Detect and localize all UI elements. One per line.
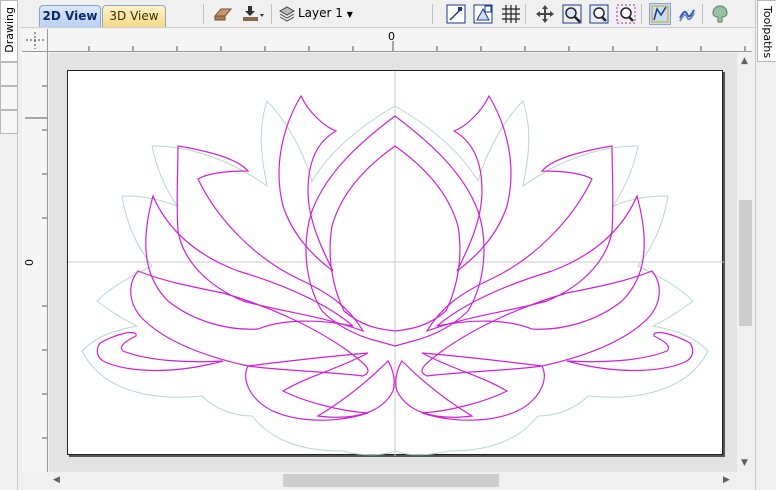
grid-icon[interactable]: [500, 3, 522, 25]
toolbar-separator: [271, 4, 272, 24]
panel-tab-4[interactable]: [0, 110, 18, 134]
drawing-tab[interactable]: Drawing: [0, 0, 18, 62]
scroll-up-icon[interactable]: ▲: [741, 56, 748, 66]
zoom-box-icon[interactable]: [561, 3, 583, 25]
drawing-tab-label: Drawing: [3, 7, 16, 53]
right-bottom-petal-vector: [421, 352, 545, 421]
panel-tab-3[interactable]: [0, 86, 18, 110]
right-curl-upper-vector: [452, 94, 512, 272]
toolpaths-tab-label: Toolpaths: [761, 6, 774, 59]
vertical-scrollbar[interactable]: ▲ ▼: [737, 53, 754, 472]
tab-3d-view[interactable]: 3D View: [102, 5, 166, 27]
left-bottom-leaf-vector: [96, 331, 224, 372]
import-icon[interactable]: [241, 3, 267, 25]
tab-3d-view-label: 3D View: [109, 9, 159, 23]
draw-vectors-icon[interactable]: [649, 3, 671, 25]
view-toolbar: 2D View 3D View Layer 1 ▼: [19, 0, 755, 28]
layer-selector[interactable]: Layer 1 ▼: [298, 6, 353, 20]
toolbar-separator: [203, 4, 204, 24]
layer-selector-label: Layer 1: [298, 6, 343, 20]
left-bottom-petal-vector: [245, 352, 369, 421]
right-petal-mid-vector: [425, 145, 614, 333]
right-panel-strip: Toolpaths: [755, 0, 776, 490]
chevron-down-icon: ▼: [346, 10, 353, 19]
zoom-selection-icon[interactable]: [615, 3, 637, 25]
zoom-extents-icon[interactable]: [588, 3, 610, 25]
left-curl-upper-vector: [278, 94, 338, 272]
vertical-ruler: 0: [22, 52, 48, 472]
bottom-center-right-vector: [395, 360, 474, 418]
layer-stack-icon: [276, 3, 298, 25]
horizontal-ruler: 0: [48, 29, 752, 52]
pan-icon[interactable]: [534, 3, 556, 25]
material-setup-icon[interactable]: [212, 3, 234, 25]
toolpath-preview-icon[interactable]: [676, 3, 698, 25]
toolpaths-tab[interactable]: Toolpaths: [757, 0, 776, 62]
lotus-vector-drawing[interactable]: [68, 71, 724, 456]
material-boundary[interactable]: [67, 70, 724, 456]
horizontal-scroll-thumb[interactable]: [283, 474, 499, 487]
scroll-down-icon[interactable]: ▼: [741, 458, 748, 468]
toolbar-separator: [525, 4, 526, 24]
snap-icon[interactable]: [445, 3, 467, 25]
grid-snap-icon[interactable]: [472, 3, 494, 25]
tab-2d-view[interactable]: 2D View: [39, 5, 101, 27]
crosshair-icon: [26, 32, 44, 49]
toolbar-separator: [702, 4, 703, 24]
ruler-left-zero-label: 0: [23, 259, 36, 266]
bottom-center-left-vector: [316, 360, 395, 418]
left-petal-mid-vector: [176, 145, 365, 333]
ruler-corner[interactable]: [22, 29, 48, 52]
right-bottom-leaf-vector: [566, 331, 694, 372]
toolbar-separator: [641, 4, 642, 24]
panel-tab-2[interactable]: [0, 62, 18, 86]
toolbar-separator: [432, 4, 433, 24]
model-icon[interactable]: [709, 3, 731, 25]
scroll-left-icon[interactable]: ◀: [53, 475, 60, 485]
tab-2d-view-label: 2D View: [42, 9, 98, 23]
horizontal-scrollbar[interactable]: ◀ ▶: [49, 472, 737, 489]
ruler-top-zero-label: 0: [388, 30, 395, 43]
vertical-scroll-thumb[interactable]: [739, 200, 752, 326]
scroll-right-icon[interactable]: ▶: [723, 475, 730, 485]
left-panel-strip: Drawing: [0, 0, 18, 490]
